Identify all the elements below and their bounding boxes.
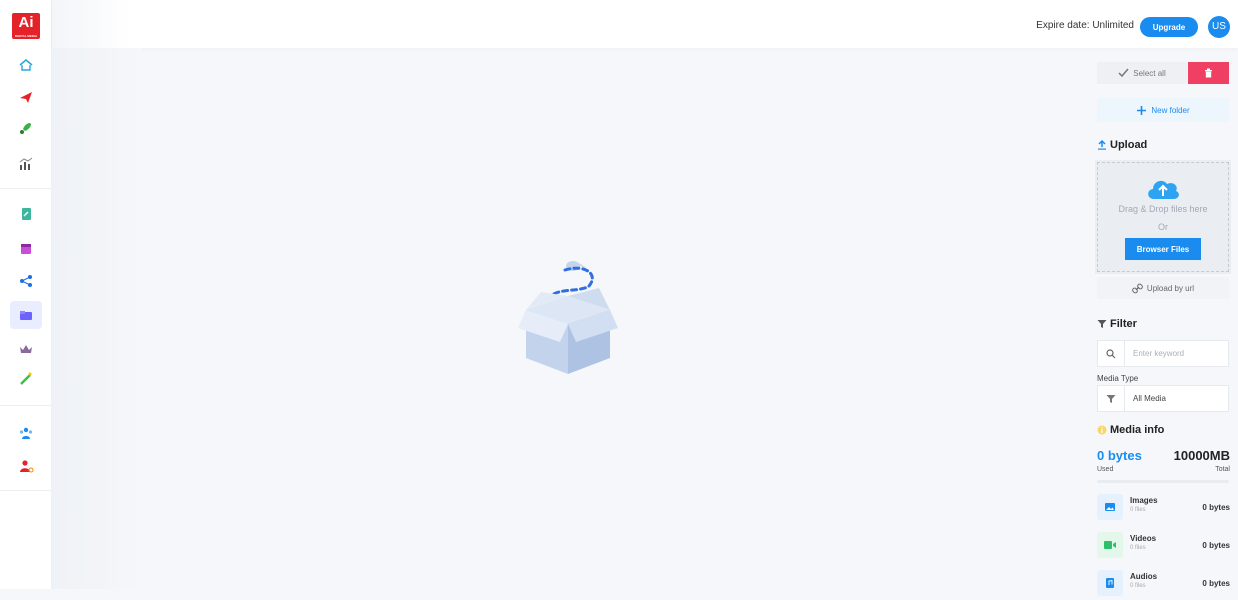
info-icon — [1097, 425, 1107, 435]
media-type-count: 0 files — [1130, 507, 1146, 513]
crown-icon[interactable] — [14, 338, 38, 360]
rocket-icon[interactable] — [14, 117, 38, 139]
delete-button[interactable] — [1188, 62, 1229, 84]
file-dropzone[interactable]: Drag & Drop files here Or Browser Files — [1095, 160, 1231, 274]
new-folder-label: New folder — [1151, 105, 1190, 115]
media-type-count: 0 files — [1130, 545, 1146, 551]
share-nodes-icon[interactable] — [14, 270, 38, 292]
user-avatar[interactable]: US — [1208, 16, 1230, 38]
video-icon — [1097, 532, 1123, 558]
magic-wand-icon[interactable] — [14, 368, 38, 390]
media-type-select[interactable]: All Media — [1097, 385, 1229, 412]
app-logo[interactable]: Ai DIGITAL MEDIA — [12, 13, 40, 39]
media-type-size: 0 bytes — [1202, 503, 1230, 512]
select-all-button[interactable]: Select all — [1097, 62, 1187, 84]
main-content-area — [52, 48, 142, 589]
storage-progress-bar — [1097, 480, 1229, 483]
select-all-label: Select all — [1133, 68, 1166, 78]
empty-box-illustration — [518, 261, 618, 374]
keyword-input[interactable] — [1125, 349, 1225, 358]
top-bar: Expire date: Unlimited Upgrade US — [52, 0, 1238, 48]
plus-icon — [1137, 105, 1147, 115]
filter-icon — [1097, 320, 1107, 328]
image-icon — [1097, 494, 1123, 520]
new-folder-button[interactable]: New folder — [1097, 98, 1229, 122]
media-type-row-audios: Audios 0 files 0 bytes — [1097, 570, 1230, 600]
total-storage-value: 10000MB — [1173, 448, 1230, 463]
media-type-size: 0 bytes — [1202, 541, 1230, 550]
filter-icon — [1098, 386, 1125, 411]
filter-heading: Filter — [1097, 318, 1137, 330]
media-type-name: Videos — [1130, 534, 1157, 543]
upload-title: Upload — [1110, 139, 1148, 151]
team-icon[interactable] — [14, 422, 38, 444]
filter-title: Filter — [1110, 318, 1137, 330]
send-icon[interactable] — [14, 86, 38, 108]
upload-heading: Upload — [1097, 139, 1147, 151]
folder-icon[interactable] — [10, 301, 42, 329]
user-shield-icon[interactable] — [14, 455, 38, 477]
link-icon — [1132, 283, 1143, 293]
media-type-label: Media Type — [1097, 374, 1139, 383]
media-type-name: Images — [1130, 496, 1158, 505]
total-label: Total — [1215, 466, 1230, 473]
media-info-title: Media info — [1110, 424, 1165, 436]
trash-icon — [1205, 68, 1212, 78]
media-type-count: 0 files — [1130, 583, 1146, 589]
right-panel: Select all New folder Upload Drag & Drop… — [1095, 48, 1231, 596]
check-icon — [1118, 68, 1129, 78]
sidebar-divider — [0, 490, 52, 491]
cloud-upload-icon — [1148, 180, 1179, 199]
media-type-row-videos: Videos 0 files 0 bytes — [1097, 532, 1230, 562]
upload-arrow-icon — [1098, 140, 1106, 150]
media-type-value: All Media — [1133, 394, 1166, 403]
edit-document-icon[interactable] — [14, 203, 38, 225]
drag-drop-text: Drag & Drop files here — [1118, 204, 1208, 214]
keyword-search-field[interactable] — [1097, 340, 1229, 367]
used-label: Used — [1097, 466, 1114, 473]
media-type-row-images: Images 0 files 0 bytes — [1097, 494, 1230, 524]
sidebar-divider — [0, 405, 52, 406]
analytics-icon[interactable] — [14, 153, 38, 175]
audio-icon — [1097, 570, 1123, 596]
calendar-icon[interactable] — [14, 237, 38, 259]
media-type-name: Audios — [1130, 572, 1158, 581]
upgrade-button[interactable]: Upgrade — [1140, 17, 1198, 37]
upload-by-url-button[interactable]: Upload by url — [1097, 277, 1229, 299]
media-info-heading: Media info — [1097, 424, 1164, 436]
upload-by-url-label: Upload by url — [1146, 283, 1195, 293]
expire-date: Expire date: Unlimited — [1036, 20, 1134, 31]
browse-files-button[interactable]: Browser Files — [1125, 238, 1201, 260]
top-bar-fade — [52, 0, 132, 48]
search-icon — [1098, 341, 1125, 366]
or-text: Or — [1158, 222, 1168, 232]
sidebar-divider — [0, 188, 52, 189]
sidebar: Ai DIGITAL MEDIA — [0, 0, 52, 589]
used-storage-value: 0 bytes — [1097, 448, 1142, 463]
media-type-size: 0 bytes — [1202, 579, 1230, 588]
home-icon[interactable] — [14, 54, 38, 76]
